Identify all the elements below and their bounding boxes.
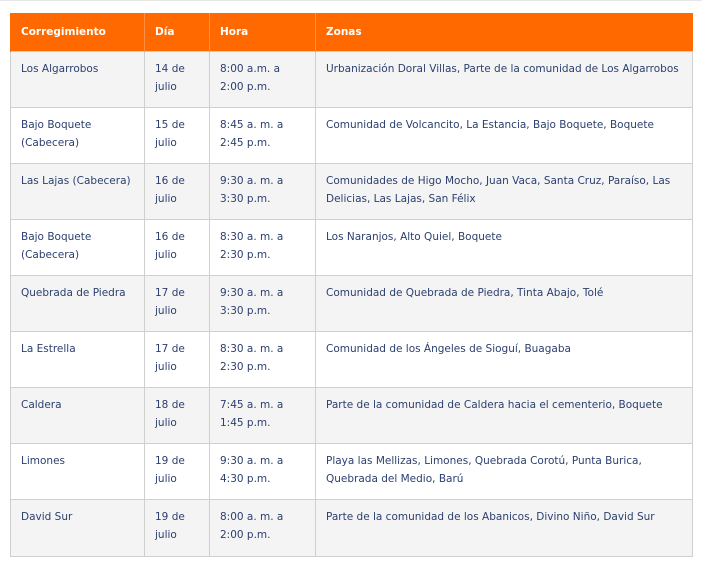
cell-dia: 17 de julio (144, 275, 210, 332)
cell-zonas: Urbanización Doral Villas, Parte de la c… (315, 51, 693, 108)
cell-corregimiento: Caldera (10, 387, 145, 444)
cell-dia: 16 de julio (144, 219, 210, 276)
cell-hora: 9:30 a. m. a 3:30 p.m. (209, 275, 316, 332)
cell-dia: 19 de julio (144, 443, 210, 500)
top-divider (0, 0, 702, 1)
cell-corregimiento: Las Lajas (Cabecera) (10, 163, 145, 220)
cell-dia: 18 de julio (144, 387, 210, 444)
cell-hora: 8:30 a. m. a 2:30 p.m. (209, 331, 316, 388)
header-dia: Día (144, 13, 210, 52)
cell-hora: 8:30 a. m. a 2:30 p.m. (209, 219, 316, 276)
header-row: Corregimiento Día Hora Zonas (10, 13, 693, 52)
cell-zonas: Parte de la comunidad de los Abanicos, D… (315, 499, 693, 557)
cell-hora: 9:30 a. m. a 4:30 p.m. (209, 443, 316, 500)
cell-dia: 17 de julio (144, 331, 210, 388)
cell-zonas: Parte de la comunidad de Caldera hacia e… (315, 387, 693, 444)
table-row: Limones 19 de julio 9:30 a. m. a 4:30 p.… (10, 443, 693, 500)
outage-schedule-table: Corregimiento Día Hora Zonas Los Algarro… (10, 13, 693, 557)
header-zonas: Zonas (315, 13, 693, 52)
cell-corregimiento: Quebrada de Piedra (10, 275, 145, 332)
cell-hora: 7:45 a. m. a 1:45 p.m. (209, 387, 316, 444)
table-row: La Estrella 17 de julio 8:30 a. m. a 2:3… (10, 331, 693, 388)
cell-corregimiento: Bajo Boquete (Cabecera) (10, 219, 145, 276)
cell-dia: 14 de julio (144, 51, 210, 108)
cell-hora: 9:30 a. m. a 3:30 p.m. (209, 163, 316, 220)
cell-zonas: Playa las Mellizas, Limones, Quebrada Co… (315, 443, 693, 500)
cell-zonas: Los Naranjos, Alto Quiel, Boquete (315, 219, 693, 276)
table-row: Quebrada de Piedra 17 de julio 9:30 a. m… (10, 275, 693, 332)
cell-dia: 16 de julio (144, 163, 210, 220)
cell-corregimiento: La Estrella (10, 331, 145, 388)
table-body: Los Algarrobos 14 de julio 8:00 a.m. a 2… (10, 51, 693, 557)
cell-hora: 8:00 a. m. a 2:00 p.m. (209, 499, 316, 557)
table-row: Bajo Boquete (Cabecera) 15 de julio 8:45… (10, 107, 693, 164)
table-row: Los Algarrobos 14 de julio 8:00 a.m. a 2… (10, 51, 693, 108)
header-hora: Hora (209, 13, 316, 52)
table-row: David Sur 19 de julio 8:00 a. m. a 2:00 … (10, 499, 693, 557)
cell-zonas: Comunidad de Quebrada de Piedra, Tinta A… (315, 275, 693, 332)
cell-hora: 8:00 a.m. a 2:00 p.m. (209, 51, 316, 108)
cell-corregimiento: Limones (10, 443, 145, 500)
table-row: Las Lajas (Cabecera) 16 de julio 9:30 a.… (10, 163, 693, 220)
table-row: Bajo Boquete (Cabecera) 16 de julio 8:30… (10, 219, 693, 276)
cell-dia: 19 de julio (144, 499, 210, 557)
cell-corregimiento: Los Algarrobos (10, 51, 145, 108)
cell-corregimiento: Bajo Boquete (Cabecera) (10, 107, 145, 164)
cell-dia: 15 de julio (144, 107, 210, 164)
cell-zonas: Comunidad de los Ángeles de Sioguí, Buag… (315, 331, 693, 388)
table-row: Caldera 18 de julio 7:45 a. m. a 1:45 p.… (10, 387, 693, 444)
table-header: Corregimiento Día Hora Zonas (10, 13, 693, 52)
cell-zonas: Comunidades de Higo Mocho, Juan Vaca, Sa… (315, 163, 693, 220)
cell-hora: 8:45 a. m. a 2:45 p.m. (209, 107, 316, 164)
cell-zonas: Comunidad de Volcancito, La Estancia, Ba… (315, 107, 693, 164)
header-corregimiento: Corregimiento (10, 13, 145, 52)
cell-corregimiento: David Sur (10, 499, 145, 557)
